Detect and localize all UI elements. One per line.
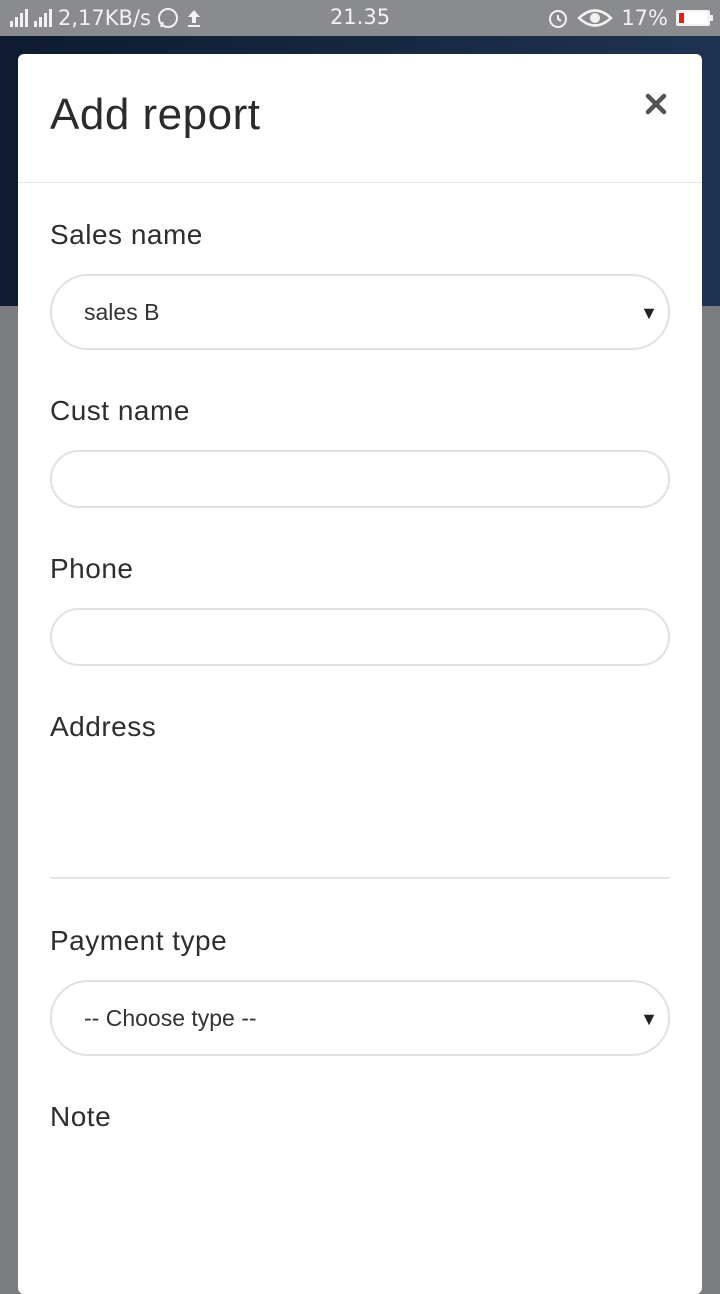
chevron-down-icon: ▼ [640,303,658,323]
status-bar: 2,17KB/s 21.35 17% [0,0,720,36]
close-icon [645,93,667,115]
phone-label: Phone [50,553,134,584]
address-textarea[interactable] [50,766,670,876]
chevron-down-icon: ▼ [640,1009,658,1029]
payment-type-value: -- Choose type -- [84,1005,257,1031]
note-label: Note [50,1101,112,1132]
close-button[interactable] [644,92,668,116]
payment-type-label: Payment type [50,925,228,956]
phone-input[interactable] [50,608,670,666]
alarm-icon [549,10,568,28]
eye-icon [577,9,614,27]
address-label: Address [50,711,157,742]
sales-name-value: sales B [84,299,160,325]
modal-header: Add report [18,54,702,183]
battery-percent: 17% [621,6,668,30]
cust-name-input[interactable] [50,450,670,508]
payment-type-select[interactable]: -- Choose type -- ▼ [50,980,670,1056]
status-right: 17% [547,5,713,31]
modal-title: Add report [50,90,261,139]
add-report-modal: Add report Sales name sales B ▼ Cust nam… [18,54,702,1294]
address-underline [50,877,670,879]
sales-name-label: Sales name [50,219,203,250]
cust-name-label: Cust name [50,395,190,426]
note-textarea[interactable] [50,1156,670,1276]
battery-icon [676,10,713,26]
sales-name-select[interactable]: sales B ▼ [50,274,670,350]
